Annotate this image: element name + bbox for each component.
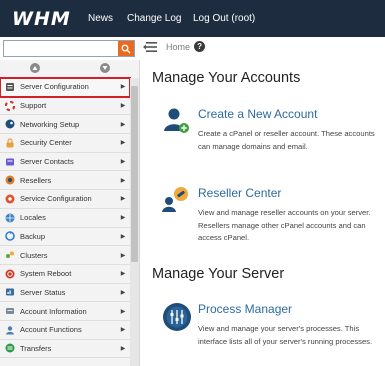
- chevron-right-icon[interactable]: ▶: [116, 345, 130, 352]
- sidebar-item-label: Server Status: [20, 287, 66, 297]
- sidebar-item-label: System Reboot: [20, 269, 72, 279]
- transfers-icon: [5, 343, 15, 353]
- sidebar-scroll-controls: [0, 60, 140, 74]
- server-status-icon: [6, 288, 14, 296]
- sidebar-item-account-functions[interactable]: Account Functions ▶: [0, 321, 130, 340]
- chevron-right-icon[interactable]: ▶: [116, 158, 130, 165]
- reseller-center-link[interactable]: Reseller Center: [198, 186, 281, 200]
- chevron-right-icon[interactable]: ▶: [116, 121, 130, 128]
- scroll-up-icon[interactable]: [30, 63, 40, 73]
- sidebar-item-label: Support: [20, 101, 47, 111]
- search-button[interactable]: [118, 41, 134, 56]
- sidebar-item-label: Service Configuration: [20, 194, 92, 204]
- section-title-accounts: Manage Your Accounts: [152, 70, 301, 86]
- whm-logo[interactable]: WHM: [12, 8, 71, 30]
- sidebar-item-backup[interactable]: Backup ▶: [0, 228, 130, 247]
- chevron-right-icon[interactable]: ▶: [116, 83, 130, 90]
- sidebar-item-networking-setup[interactable]: Networking Setup ▶: [0, 115, 130, 135]
- sidebar-item-label: Resellers: [20, 175, 52, 185]
- sidebar-item-account-information[interactable]: Account Information ▶: [0, 302, 130, 321]
- resellers-icon: [5, 175, 15, 185]
- sidebar-item-system-reboot[interactable]: System Reboot ▶: [0, 265, 130, 284]
- process-manager-icon: [163, 303, 191, 331]
- nav-change-log[interactable]: Change Log: [127, 13, 182, 24]
- backup-icon: [5, 231, 15, 242]
- sidebar-item-resellers[interactable]: Resellers ▶: [0, 171, 130, 191]
- network-icon: [5, 119, 15, 129]
- sidebar-item-security-center[interactable]: Security Center ▶: [0, 134, 130, 153]
- sidebar-item-server-contacts[interactable]: Server Contacts ▶: [0, 153, 130, 172]
- chevron-right-icon[interactable]: ▶: [116, 270, 130, 277]
- chevron-right-icon[interactable]: ▶: [116, 308, 130, 315]
- nav-news[interactable]: News: [88, 13, 113, 24]
- sidebar-item-label: Server Configuration: [20, 82, 89, 92]
- section-title-server: Manage Your Server: [152, 266, 285, 282]
- sidebar-menu: Server Configuration ▶ Support ▶ Networking …: [0, 77, 131, 359]
- locales-icon: [5, 213, 15, 223]
- account-info-icon: [6, 308, 14, 315]
- lifebuoy-icon: [5, 100, 15, 111]
- sidebar: Server Configuration ▶ Support ▶ Networking …: [0, 60, 140, 366]
- collapse-sidebar-icon[interactable]: [143, 40, 157, 54]
- sidebar-item-label: Networking Setup: [20, 119, 80, 129]
- create-account-link[interactable]: Create a New Account: [198, 107, 317, 121]
- sidebar-item-label: Backup: [20, 231, 46, 241]
- chevron-right-icon[interactable]: ▶: [116, 177, 130, 184]
- server-config-icon: [6, 82, 14, 91]
- sidebar-item-locales[interactable]: Locales ▶: [0, 209, 130, 228]
- chevron-right-icon[interactable]: ▶: [116, 195, 130, 202]
- sidebar-item-label: Locales: [20, 213, 46, 223]
- search-icon: [121, 44, 131, 54]
- reboot-icon: [5, 269, 15, 279]
- sidebar-scrollbar-thumb[interactable]: [131, 86, 138, 262]
- contacts-icon: [6, 158, 14, 166]
- top-bar: WHM News Change Log Log Out (root): [0, 0, 385, 37]
- chevron-right-icon[interactable]: ▶: [116, 233, 130, 240]
- chevron-right-icon[interactable]: ▶: [116, 102, 130, 109]
- sidebar-item-support[interactable]: Support ▶: [0, 97, 130, 116]
- chevron-right-icon[interactable]: ▶: [116, 326, 130, 333]
- process-manager-link[interactable]: Process Manager: [198, 302, 292, 316]
- nav-log-out[interactable]: Log Out (root): [193, 13, 255, 24]
- reseller-center-icon: [162, 187, 188, 212]
- add-account-icon: [164, 108, 189, 133]
- breadcrumb-home[interactable]: Home: [166, 42, 190, 52]
- search-box: [3, 40, 135, 57]
- lock-icon: [6, 138, 14, 148]
- search-input[interactable]: [4, 41, 117, 56]
- sidebar-item-label: Transfers: [20, 343, 52, 353]
- question-circle-icon[interactable]: ?: [194, 41, 206, 52]
- service-config-icon: [5, 194, 15, 204]
- chevron-right-icon[interactable]: ▶: [116, 252, 130, 259]
- breadcrumb: Home ?: [166, 41, 206, 52]
- sidebar-item-server-status[interactable]: Server Status ▶: [0, 284, 130, 303]
- sidebar-item-label: Security Center: [20, 138, 72, 148]
- sidebar-item-transfers[interactable]: Transfers ▶: [0, 340, 130, 359]
- chevron-right-icon[interactable]: ▶: [116, 289, 130, 296]
- scroll-down-icon[interactable]: [100, 63, 110, 73]
- sidebar-item-service-configuration[interactable]: Service Configuration ▶: [0, 190, 130, 209]
- chevron-right-icon[interactable]: ▶: [116, 214, 130, 221]
- clusters-icon: [6, 251, 14, 259]
- sidebar-item-label: Server Contacts: [20, 157, 74, 167]
- sidebar-item-label: Account Information: [20, 306, 87, 316]
- chevron-right-icon[interactable]: ▶: [116, 139, 130, 146]
- sidebar-item-label: Account Functions: [20, 325, 82, 335]
- sidebar-item-server-configuration[interactable]: Server Configuration ▶: [0, 77, 131, 98]
- sidebar-item-label: Clusters: [20, 250, 48, 260]
- account-functions-icon: [6, 326, 14, 335]
- reseller-center-desc: View and manage reseller accounts on you…: [198, 208, 371, 242]
- process-manager-desc: View and manage your server's processes.…: [198, 324, 373, 346]
- sidebar-item-clusters[interactable]: Clusters ▶: [0, 246, 130, 265]
- create-account-desc: Create a cPanel or reseller account. The…: [198, 129, 375, 151]
